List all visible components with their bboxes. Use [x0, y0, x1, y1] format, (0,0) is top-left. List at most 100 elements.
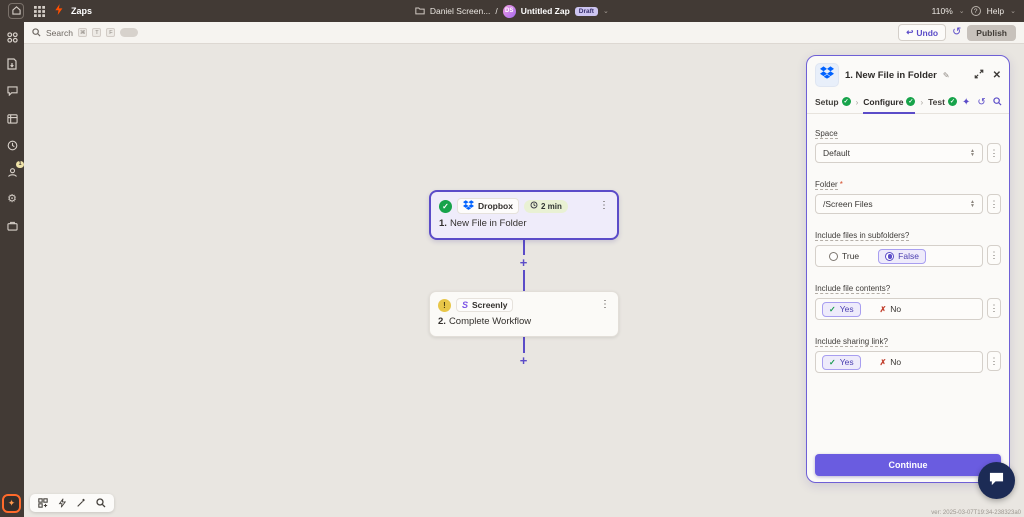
search-key-2: T [92, 28, 102, 37]
field-menu-button[interactable]: ⋮ [987, 143, 1001, 163]
sidebar-item-settings[interactable]: ⚙ [5, 192, 19, 206]
radio-checked-icon [885, 251, 895, 261]
field-menu-button[interactable]: ⋮ [987, 351, 1001, 371]
option-label: False [898, 251, 919, 261]
tab-label: Test [928, 96, 945, 107]
publish-button[interactable]: Publish [967, 24, 1016, 41]
home-button[interactable] [8, 3, 24, 19]
ai-sparkle-icon: ✦ [7, 498, 16, 508]
option-no[interactable]: ✗ No [873, 355, 909, 370]
ai-assistant-button[interactable]: ✦ [2, 494, 21, 513]
option-label: Yes [839, 357, 854, 367]
continue-button[interactable]: Continue [815, 454, 1001, 476]
bolt-icon[interactable] [58, 498, 66, 508]
magic-wand-icon[interactable] [76, 498, 86, 508]
workflow-step-1[interactable]: ✓ Dropbox 2 min ⋮ 1. New File in Folder [429, 190, 619, 240]
canvas-toolbar [30, 494, 114, 512]
step-number: 2. [438, 316, 446, 327]
sidebar-item-tables[interactable] [5, 111, 19, 125]
radio-option-false[interactable]: False [878, 248, 926, 264]
yesno-group: ✓ Yes ✗ No [815, 298, 983, 320]
sidebar-item-documents[interactable] [5, 57, 19, 71]
workflow-step-2[interactable]: ! S Screenly ⋮ 2. Complete Workflow [429, 291, 619, 337]
layout-overview-icon[interactable] [38, 498, 48, 508]
field-space: Space Default ▲ ▼ ⋮ [815, 123, 1001, 163]
radio-option-true[interactable]: True [822, 249, 866, 264]
breadcrumb-separator: / [495, 6, 498, 16]
screenly-icon: S [462, 300, 469, 310]
select-chevrons-icon: ▲ ▼ [970, 148, 975, 158]
tab-setup[interactable]: Setup ✓ [815, 92, 851, 114]
trigger-timer-badge: 2 min [523, 199, 568, 213]
help-chevron-icon[interactable]: ⌄ [1010, 7, 1016, 15]
folder-icon [415, 2, 425, 20]
sidebar-item-chat[interactable] [5, 84, 19, 98]
version-label: ver: 2025-03-07T19:34-238323a0 [931, 510, 1021, 516]
zoom-chevron-icon[interactable]: ⌄ [959, 7, 965, 15]
step-number: 1. [439, 218, 447, 229]
option-label: True [842, 251, 860, 261]
sidebar-item-history[interactable] [5, 138, 19, 152]
zoom-search-icon[interactable] [993, 96, 1002, 109]
field-menu-button[interactable]: ⋮ [987, 194, 1001, 214]
tab-separator-icon: › [855, 98, 859, 107]
zapier-bolt-icon [54, 2, 63, 20]
field-menu-button[interactable]: ⋮ [987, 298, 1001, 318]
sidebar-item-workspace[interactable] [5, 219, 19, 233]
help-menu[interactable]: Help [987, 6, 1004, 16]
option-no[interactable]: ✗ No [873, 302, 909, 317]
cross-icon: ✗ [879, 304, 887, 314]
toolbar-pill [120, 28, 139, 37]
zoom-icon[interactable] [96, 498, 106, 508]
sidebar-item-apps[interactable] [5, 30, 19, 44]
sidebar-item-notifications[interactable]: 1 [5, 161, 24, 179]
field-include-sharing-link: Include sharing link? ✓ Yes ✗ No ⋮ [815, 331, 1001, 373]
search-placeholder: Search [46, 27, 73, 38]
history-icon[interactable]: ↺ [952, 27, 961, 38]
field-menu-button[interactable]: ⋮ [987, 245, 1001, 265]
search-input[interactable]: Search ⌘ T F [32, 24, 139, 42]
app-launcher-icon[interactable] [32, 4, 46, 18]
tab-configure[interactable]: Configure ✓ [863, 92, 916, 114]
support-chat-button[interactable] [978, 462, 1015, 499]
option-yes[interactable]: ✓ Yes [822, 354, 861, 370]
close-icon[interactable]: ✕ [993, 70, 1001, 81]
panel-header-actions: ✕ [974, 66, 1001, 84]
edit-title-icon[interactable]: ✎ [943, 71, 950, 80]
toolbar-actions: ↩ Undo ↺ Publish [898, 24, 1016, 41]
tab-complete-icon: ✓ [947, 97, 957, 106]
page-title: Zaps [71, 6, 93, 16]
step-menu-button[interactable]: ⋮ [599, 201, 609, 211]
field-include-subfolders: Include files in subfolders? True False … [815, 225, 1001, 267]
search-key-1: ⌘ [77, 28, 88, 37]
add-step-button-2[interactable]: + [517, 354, 530, 367]
chevron-down-icon[interactable]: ⌄ [603, 7, 609, 15]
expand-icon[interactable] [974, 66, 984, 84]
tab-tools: ✦ ↺ [962, 96, 1002, 109]
select-chevrons-icon: ▲ ▼ [970, 199, 975, 209]
step-header: ! S Screenly ⋮ [430, 292, 618, 314]
zoom-level[interactable]: 110% [932, 6, 953, 16]
sparkle-icon[interactable]: ✦ [962, 97, 970, 108]
add-step-button-1[interactable]: + [517, 256, 530, 269]
refresh-icon[interactable]: ↺ [977, 97, 985, 108]
step-header: ✓ Dropbox 2 min ⋮ [431, 192, 617, 216]
step-title: 2. Complete Workflow [430, 314, 618, 329]
connector-line [523, 337, 525, 353]
folder-select[interactable]: /Screen Files ▲ ▼ [815, 194, 983, 214]
app-name: Dropbox [478, 201, 513, 211]
timer-label: 2 min [540, 201, 562, 211]
topbar-right: 110% ⌄ ? Help ⌄ [932, 6, 1016, 16]
panel-header: 1. New File in Folder ✎ ✕ [807, 56, 1009, 92]
breadcrumb-folder[interactable]: Daniel Screen... [430, 6, 490, 16]
tab-complete-icon: ✓ [841, 97, 851, 106]
undo-button[interactable]: ↩ Undo [898, 24, 947, 41]
avatar: DS [502, 4, 516, 18]
step-menu-button[interactable]: ⋮ [600, 300, 610, 310]
option-yes[interactable]: ✓ Yes [822, 301, 861, 317]
tab-test[interactable]: Test ✓ [928, 92, 957, 114]
help-icon: ? [970, 6, 981, 16]
zap-name[interactable]: Untitled Zap [521, 6, 570, 16]
space-select[interactable]: Default ▲ ▼ [815, 143, 983, 163]
select-value: /Screen Files [823, 199, 873, 209]
